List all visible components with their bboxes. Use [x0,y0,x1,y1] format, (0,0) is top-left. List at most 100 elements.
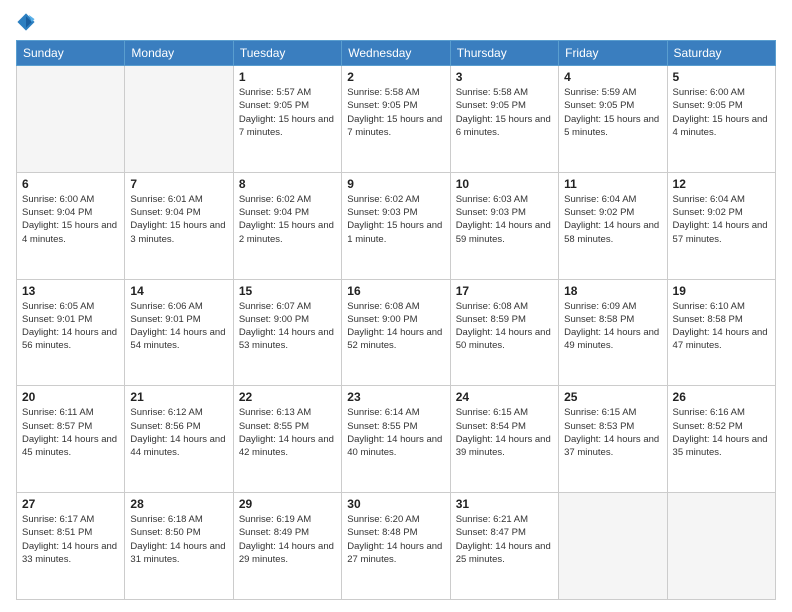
calendar-cell: 15 Sunrise: 6:07 AM Sunset: 9:00 PM Dayli… [233,279,341,386]
day-info: Sunrise: 6:06 AM Sunset: 9:01 PM Dayligh… [130,300,227,353]
day-number: 3 [456,70,553,84]
calendar-week-3: 13Sunrise: 6:05 AM Sunset: 9:01 PM Dayli… [17,279,776,386]
day-number: 28 [130,497,227,511]
day-info: Sunrise: 6:03 AM Sunset: 9:03 PM Dayligh… [456,193,553,246]
calendar-week-4: 20Sunrise: 6:11 AM Sunset: 8:57 PM Dayli… [17,386,776,493]
day-info: Sunrise: 6:04 AM Sunset: 9:02 PM Dayligh… [564,193,661,246]
calendar-cell: 19 Sunrise: 6:10 AM Sunset: 8:58 PM Dayli… [667,279,775,386]
day-info: Sunrise: 6:21 AM Sunset: 8:47 PM Dayligh… [456,513,553,566]
calendar-cell: 2Sunrise: 5:58 AM Sunset: 9:05 PM Daylig… [342,66,450,173]
calendar-cell: 14 Sunrise: 6:06 AM Sunset: 9:01 PM Dayli… [125,279,233,386]
day-number: 16 [347,284,444,298]
calendar-header-row: SundayMondayTuesdayWednesdayThursdayFrid… [17,41,776,66]
calendar-cell: 6 Sunrise: 6:00 AM Sunset: 9:04 PM Daylig… [17,172,125,279]
calendar-cell: 8Sunrise: 6:02 AM Sunset: 9:04 PM Daylig… [233,172,341,279]
day-info: Sunrise: 6:12 AM Sunset: 8:56 PM Dayligh… [130,406,227,459]
calendar-week-5: 27 Sunrise: 6:17 AM Sunset: 8:51 PM Dayli… [17,493,776,600]
day-number: 7 [130,177,227,191]
day-info: Sunrise: 6:10 AM Sunset: 8:58 PM Dayligh… [673,300,770,353]
day-number: 21 [130,390,227,404]
day-number: 23 [347,390,444,404]
calendar-cell: 9 Sunrise: 6:02 AM Sunset: 9:03 PM Daylig… [342,172,450,279]
calendar-cell: 27 Sunrise: 6:17 AM Sunset: 8:51 PM Dayli… [17,493,125,600]
day-info: Sunrise: 6:18 AM Sunset: 8:50 PM Dayligh… [130,513,227,566]
calendar-cell: 20Sunrise: 6:11 AM Sunset: 8:57 PM Dayli… [17,386,125,493]
day-info: Sunrise: 6:04 AM Sunset: 9:02 PM Dayligh… [673,193,770,246]
weekday-header-wednesday: Wednesday [342,41,450,66]
day-number: 15 [239,284,336,298]
day-number: 22 [239,390,336,404]
day-number: 31 [456,497,553,511]
day-number: 26 [673,390,770,404]
day-number: 24 [456,390,553,404]
day-info: Sunrise: 6:01 AM Sunset: 9:04 PM Dayligh… [130,193,227,246]
day-number: 18 [564,284,661,298]
day-number: 12 [673,177,770,191]
calendar-cell: 21 Sunrise: 6:12 AM Sunset: 8:56 PM Dayli… [125,386,233,493]
weekday-header-monday: Monday [125,41,233,66]
day-number: 5 [673,70,770,84]
calendar-cell: 24 Sunrise: 6:15 AM Sunset: 8:54 PM Dayli… [450,386,558,493]
calendar-cell: 11 Sunrise: 6:04 AM Sunset: 9:02 PM Dayli… [559,172,667,279]
day-info: Sunrise: 6:11 AM Sunset: 8:57 PM Dayligh… [22,406,119,459]
calendar-cell: 1 Sunrise: 5:57 AM Sunset: 9:05 PM Daylig… [233,66,341,173]
calendar-cell: 17Sunrise: 6:08 AM Sunset: 8:59 PM Dayli… [450,279,558,386]
day-info: Sunrise: 5:58 AM Sunset: 9:05 PM Dayligh… [456,86,553,139]
calendar-table: SundayMondayTuesdayWednesdayThursdayFrid… [16,40,776,600]
day-info: Sunrise: 6:16 AM Sunset: 8:52 PM Dayligh… [673,406,770,459]
calendar-cell: 23Sunrise: 6:14 AM Sunset: 8:55 PM Dayli… [342,386,450,493]
calendar-cell: 30Sunrise: 6:20 AM Sunset: 8:48 PM Dayli… [342,493,450,600]
calendar-cell: 26 Sunrise: 6:16 AM Sunset: 8:52 PM Dayli… [667,386,775,493]
day-number: 9 [347,177,444,191]
day-info: Sunrise: 6:00 AM Sunset: 9:05 PM Dayligh… [673,86,770,139]
day-info: Sunrise: 6:02 AM Sunset: 9:03 PM Dayligh… [347,193,444,246]
day-number: 1 [239,70,336,84]
day-number: 14 [130,284,227,298]
day-number: 10 [456,177,553,191]
weekday-header-friday: Friday [559,41,667,66]
calendar-week-1: 1 Sunrise: 5:57 AM Sunset: 9:05 PM Daylig… [17,66,776,173]
day-number: 25 [564,390,661,404]
day-info: Sunrise: 6:09 AM Sunset: 8:58 PM Dayligh… [564,300,661,353]
header [16,12,776,32]
calendar-cell: 10 Sunrise: 6:03 AM Sunset: 9:03 PM Dayli… [450,172,558,279]
day-number: 27 [22,497,119,511]
calendar-cell: 25Sunrise: 6:15 AM Sunset: 8:53 PM Dayli… [559,386,667,493]
day-info: Sunrise: 6:15 AM Sunset: 8:54 PM Dayligh… [456,406,553,459]
day-info: Sunrise: 6:08 AM Sunset: 9:00 PM Dayligh… [347,300,444,353]
calendar-cell: 18 Sunrise: 6:09 AM Sunset: 8:58 PM Dayli… [559,279,667,386]
calendar-cell: 7 Sunrise: 6:01 AM Sunset: 9:04 PM Daylig… [125,172,233,279]
calendar-cell: 22 Sunrise: 6:13 AM Sunset: 8:55 PM Dayli… [233,386,341,493]
day-info: Sunrise: 5:58 AM Sunset: 9:05 PM Dayligh… [347,86,444,139]
calendar-cell: 16 Sunrise: 6:08 AM Sunset: 9:00 PM Dayli… [342,279,450,386]
day-info: Sunrise: 5:57 AM Sunset: 9:05 PM Dayligh… [239,86,336,139]
day-number: 17 [456,284,553,298]
calendar-cell [125,66,233,173]
day-info: Sunrise: 6:13 AM Sunset: 8:55 PM Dayligh… [239,406,336,459]
weekday-header-thursday: Thursday [450,41,558,66]
day-info: Sunrise: 5:59 AM Sunset: 9:05 PM Dayligh… [564,86,661,139]
day-number: 30 [347,497,444,511]
day-number: 29 [239,497,336,511]
calendar-cell: 13Sunrise: 6:05 AM Sunset: 9:01 PM Dayli… [17,279,125,386]
day-number: 11 [564,177,661,191]
calendar-cell: 29 Sunrise: 6:19 AM Sunset: 8:49 PM Dayli… [233,493,341,600]
page: SundayMondayTuesdayWednesdayThursdayFrid… [0,0,792,612]
calendar-cell: 4 Sunrise: 5:59 AM Sunset: 9:05 PM Daylig… [559,66,667,173]
calendar-cell: 31 Sunrise: 6:21 AM Sunset: 8:47 PM Dayli… [450,493,558,600]
day-number: 6 [22,177,119,191]
calendar-cell [667,493,775,600]
weekday-header-saturday: Saturday [667,41,775,66]
day-number: 13 [22,284,119,298]
calendar-cell: 28 Sunrise: 6:18 AM Sunset: 8:50 PM Dayli… [125,493,233,600]
day-info: Sunrise: 6:19 AM Sunset: 8:49 PM Dayligh… [239,513,336,566]
day-number: 19 [673,284,770,298]
day-info: Sunrise: 6:00 AM Sunset: 9:04 PM Dayligh… [22,193,119,246]
day-info: Sunrise: 6:02 AM Sunset: 9:04 PM Dayligh… [239,193,336,246]
calendar-cell [559,493,667,600]
day-info: Sunrise: 6:07 AM Sunset: 9:00 PM Dayligh… [239,300,336,353]
day-info: Sunrise: 6:17 AM Sunset: 8:51 PM Dayligh… [22,513,119,566]
calendar-cell [17,66,125,173]
day-number: 4 [564,70,661,84]
calendar-cell: 12 Sunrise: 6:04 AM Sunset: 9:02 PM Dayli… [667,172,775,279]
